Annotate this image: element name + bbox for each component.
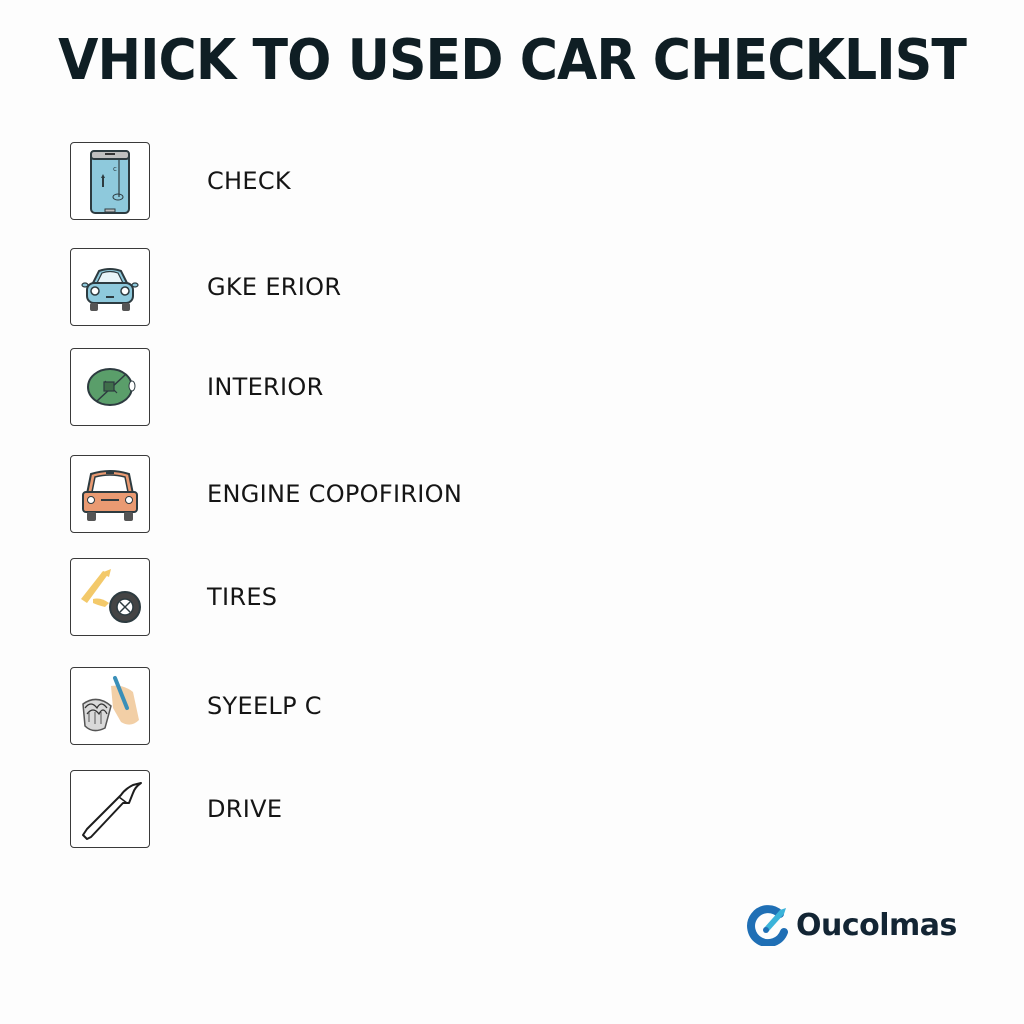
- checklist-item-drive[interactable]: DRIVE: [70, 770, 670, 850]
- svg-text:c: c: [113, 165, 117, 173]
- wrench-icon: [70, 770, 150, 848]
- tire-pump-icon: [70, 558, 150, 636]
- checklist-item-label: TIRES: [207, 583, 278, 611]
- car-front-blue-icon: [70, 248, 150, 326]
- checklist-item-check[interactable]: c CHECK: [70, 142, 670, 222]
- checklist-item-label: GKE ERIOR: [207, 273, 342, 301]
- checklist-item-label: SYEELP C: [207, 692, 322, 720]
- car-front-orange-icon: [70, 455, 150, 533]
- checklist-item-label: DRIVE: [207, 795, 283, 823]
- steering-wheel-icon: [70, 348, 150, 426]
- checklist-item-steelp[interactable]: SYEELP C: [70, 667, 670, 747]
- phone-document-icon: c: [70, 142, 150, 220]
- checklist-item-tires[interactable]: TIRES: [70, 558, 670, 638]
- checklist-item-label: CHECK: [207, 167, 291, 195]
- checklist-item-label: INTERIOR: [207, 373, 324, 401]
- checklist-item-label: ENGINE COPOFIRION: [207, 480, 463, 508]
- brand-logo[interactable]: Oucolmas: [746, 904, 957, 946]
- brand-name: Oucolmas: [796, 907, 957, 943]
- checklist-item-engine[interactable]: ENGINE COPOFIRION: [70, 455, 670, 535]
- page-title: VHICK TO USED CAR CHECKLIST: [58, 28, 967, 93]
- brand-logo-icon: [747, 905, 788, 946]
- hand-brush-icon: [70, 667, 150, 745]
- checklist-item-interior[interactable]: INTERIOR: [70, 348, 670, 428]
- checklist-item-exterior[interactable]: GKE ERIOR: [70, 248, 670, 328]
